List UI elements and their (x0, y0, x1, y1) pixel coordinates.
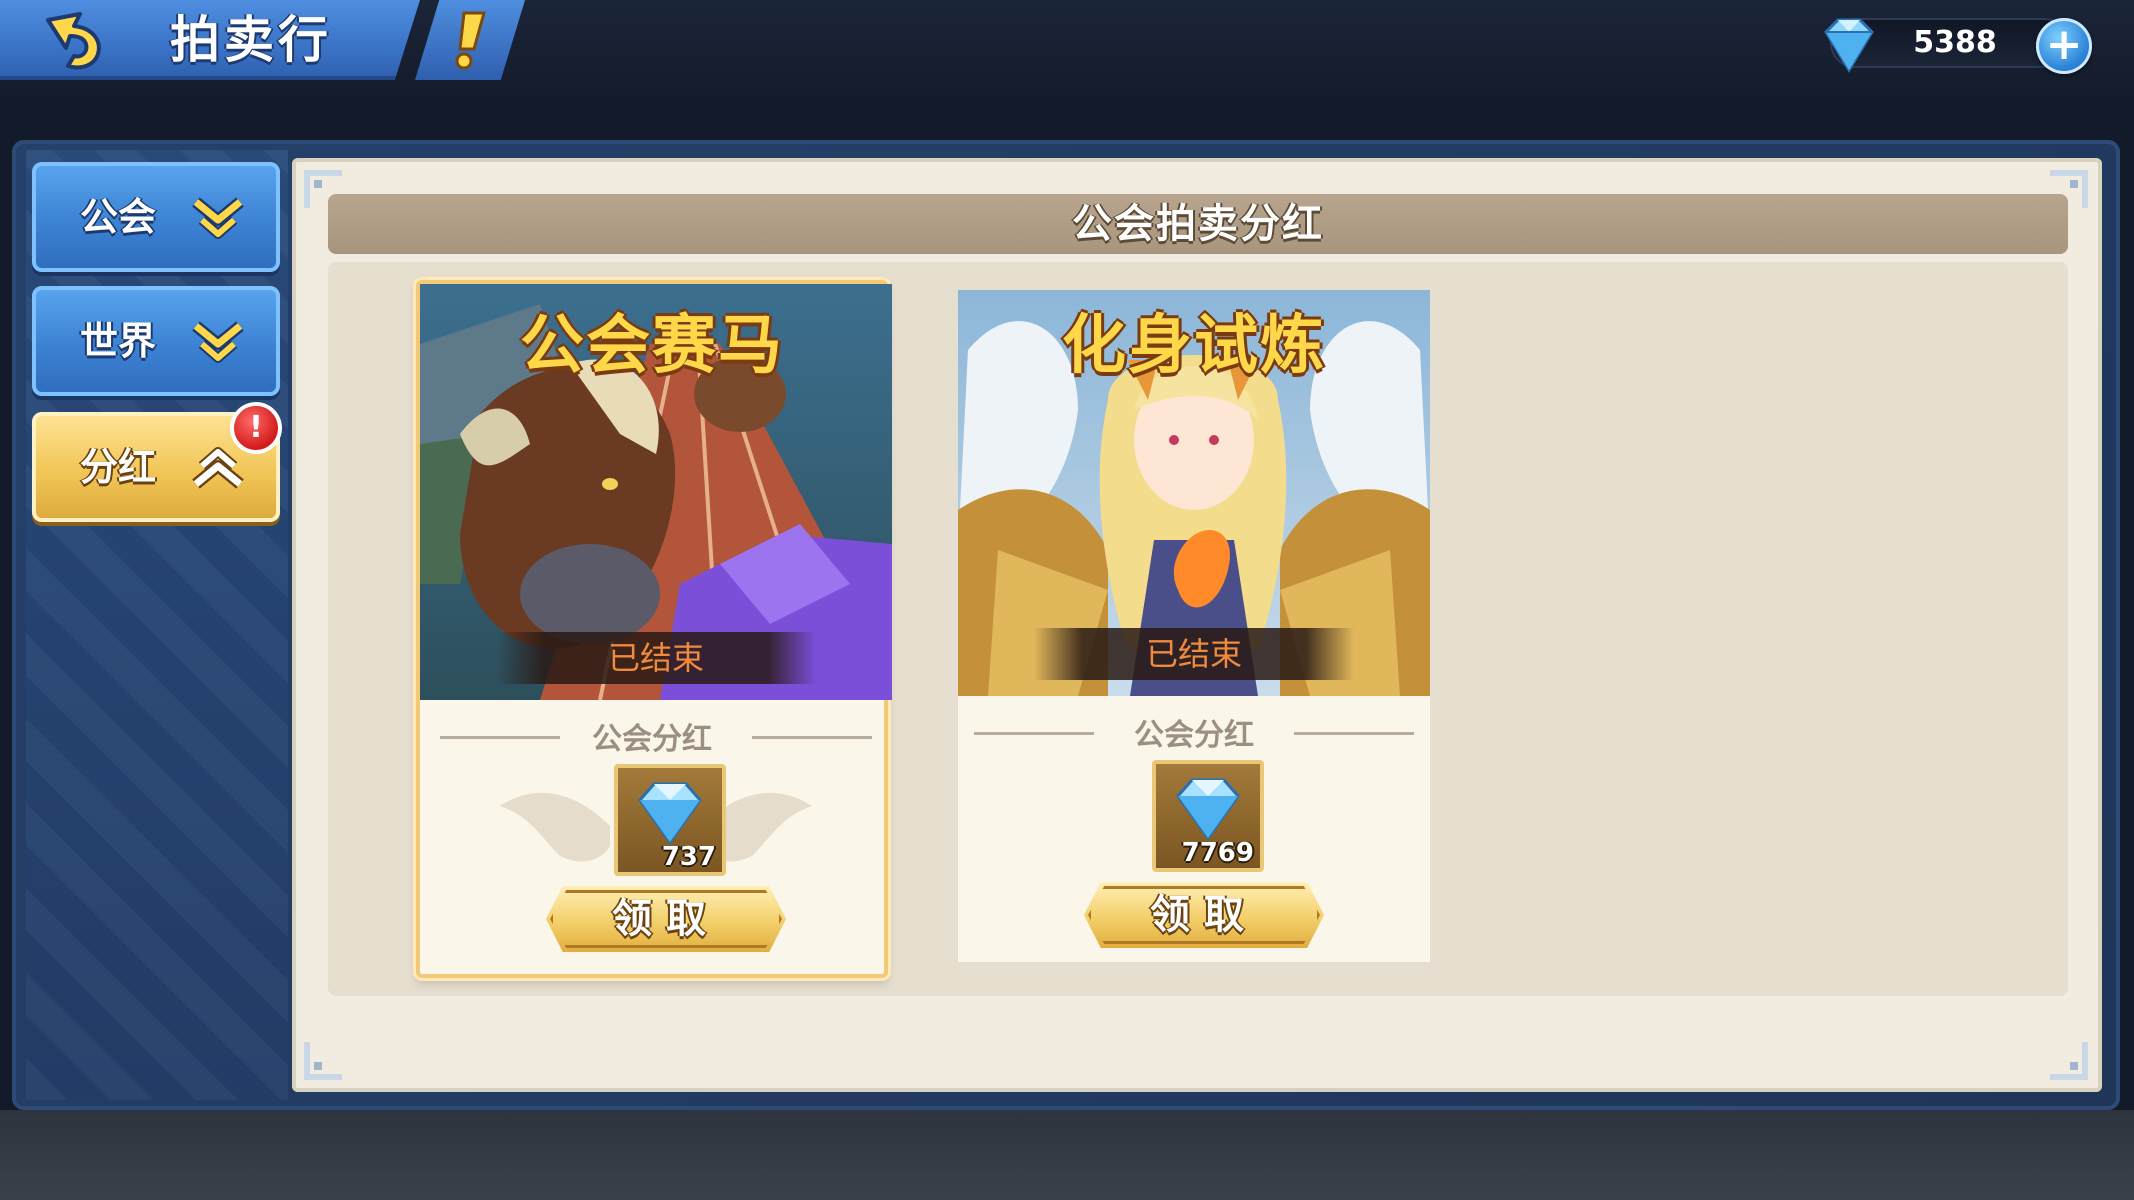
back-button[interactable] (30, 8, 120, 72)
reward-slot[interactable]: 7769 (1152, 760, 1264, 872)
chevron-down-icon (192, 321, 244, 363)
dividend-card-horse-race[interactable]: 公会赛马 已结束 公会分红 737 领取 (416, 280, 892, 978)
status-banner: 已结束 (496, 632, 816, 684)
sidebar-item-world[interactable]: 世界 (32, 286, 280, 396)
sidebar-item-guild[interactable]: 公会 (32, 162, 280, 272)
reward-amount: 737 (661, 842, 716, 872)
diamond-icon (1824, 18, 1874, 73)
dividend-label: 公会分红 (1134, 718, 1254, 753)
alert-badge: ! (234, 406, 278, 450)
page-title: 拍卖行 (170, 11, 332, 69)
corner-ornament-icon (2050, 1042, 2088, 1080)
claim-button-label: 领取 (612, 896, 720, 942)
status-text: 已结束 (607, 639, 704, 677)
card-title: 公会赛马 (520, 309, 784, 383)
panel-title: 公会拍卖分红 (1072, 201, 1324, 247)
top-bar: 拍卖行 5388 + (0, 0, 2134, 96)
dividend-card-avatar-trial[interactable]: 化身试炼 已结束 公会分红 7769 领取 (958, 290, 1430, 962)
status-text: 已结束 (1145, 635, 1242, 673)
corner-ornament-icon (304, 1042, 342, 1080)
card-title: 化身试炼 (1062, 309, 1326, 383)
claim-button-label: 领取 (1150, 892, 1258, 938)
dividend-label: 公会分红 (592, 722, 712, 757)
diamond-icon (1176, 778, 1240, 841)
chevron-up-icon (192, 447, 244, 489)
chevron-down-icon (192, 197, 244, 239)
sidebar-item-label: 分红 (80, 445, 157, 489)
sidebar-item-label: 世界 (80, 319, 157, 363)
back-arrow-icon (46, 12, 101, 70)
reward-slot[interactable]: 737 (614, 764, 726, 876)
sidebar-item-label: 公会 (80, 195, 157, 239)
add-gems-button[interactable]: + (2036, 18, 2092, 74)
diamond-icon (638, 782, 702, 845)
exclamation-icon (455, 11, 486, 70)
reward-amount: 7769 (1181, 838, 1254, 868)
claim-button[interactable]: 领取 (546, 886, 786, 952)
info-button[interactable] (415, 0, 525, 80)
screen-footer-background (0, 1110, 2134, 1200)
gem-count: 5388 (1913, 25, 1997, 60)
claim-button[interactable]: 领取 (1084, 882, 1324, 948)
status-banner: 已结束 (1034, 628, 1354, 680)
